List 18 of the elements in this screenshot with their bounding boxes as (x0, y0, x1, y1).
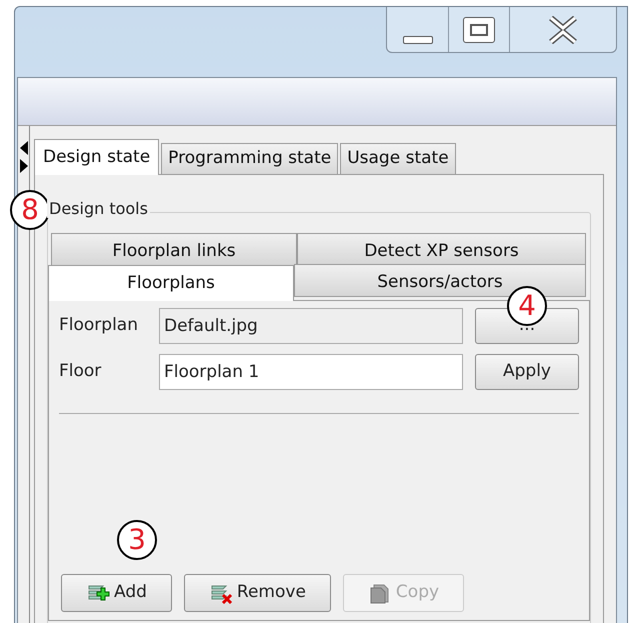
field-label: Floor (59, 360, 102, 384)
tab[interactable]: Usage state (340, 143, 456, 174)
collapse-arrows-icon[interactable] (18, 140, 28, 174)
action-button[interactable]: Add (61, 574, 172, 612)
tab[interactable]: Floorplan links (51, 233, 297, 266)
minimize-icon (402, 36, 432, 44)
text-field[interactable]: Floorplan 1 (159, 354, 463, 390)
close-icon (547, 16, 579, 44)
tab[interactable]: Design state (34, 139, 160, 175)
group-title: Design tools (47, 199, 150, 218)
action-button[interactable]: Remove (184, 574, 331, 612)
tab[interactable]: Floorplans (48, 265, 294, 301)
field-label: Floorplan (59, 314, 139, 338)
field-button[interactable]: Apply (475, 354, 579, 390)
tab[interactable]: Detect XP sensors (297, 233, 586, 266)
maximize-icon (463, 16, 495, 42)
text-field[interactable]: Default.jpg (159, 308, 463, 344)
tab[interactable]: Programming state (161, 143, 338, 174)
